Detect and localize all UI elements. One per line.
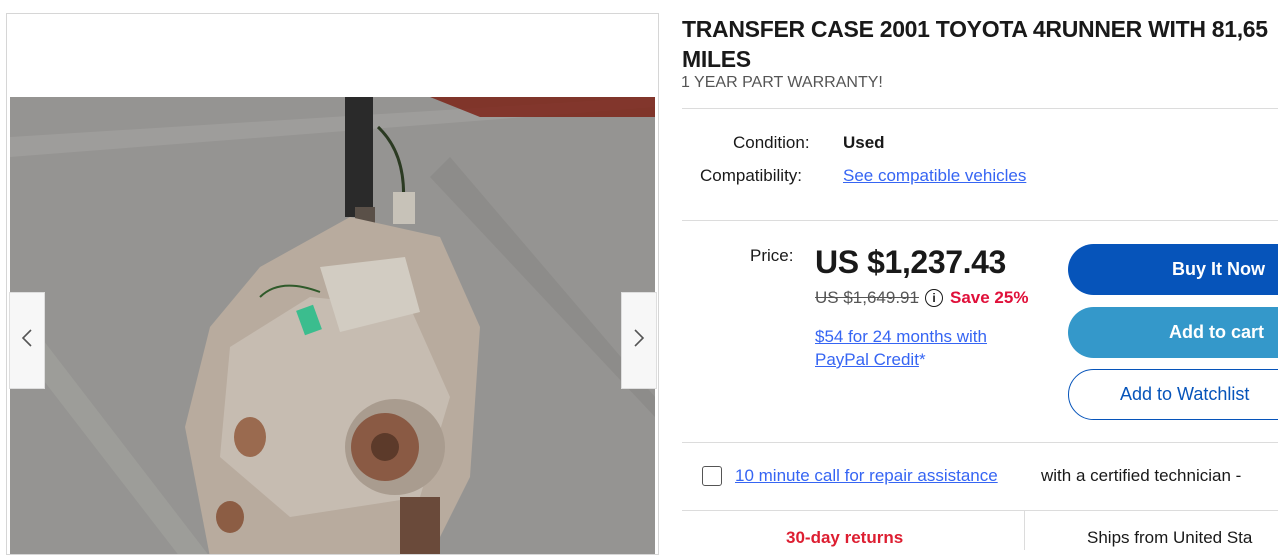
info-icon[interactable]: i bbox=[925, 289, 943, 307]
listing-title-line1: TRANSFER CASE 2001 TOYOTA 4RUNNER WITH 8… bbox=[682, 16, 1268, 42]
repair-assistance-checkbox[interactable] bbox=[702, 466, 722, 486]
buy-it-now-label: Buy It Now bbox=[1172, 259, 1265, 279]
price-label: Price: bbox=[750, 246, 794, 265]
paypal-credit-offer: $54 for 24 months with PayPal Credit* bbox=[815, 325, 1035, 371]
condition-value: Used bbox=[843, 133, 885, 152]
repair-assistance-link[interactable]: 10 minute call for repair assistance bbox=[735, 466, 998, 486]
chevron-right-icon bbox=[632, 328, 646, 353]
listing-subtitle: 1 YEAR PART WARRANTY! bbox=[681, 74, 883, 91]
buy-it-now-button[interactable]: Buy It Now bbox=[1068, 244, 1278, 295]
paypal-footnote-mark: * bbox=[918, 350, 926, 369]
price-value: US $1,237.43 bbox=[815, 244, 1006, 280]
chevron-left-icon bbox=[20, 328, 34, 353]
add-to-watchlist-button[interactable]: Add to Watchlist bbox=[1068, 369, 1278, 420]
divider bbox=[1024, 510, 1025, 550]
divider bbox=[682, 108, 1278, 109]
see-compatible-vehicles-link[interactable]: See compatible vehicles bbox=[843, 166, 1026, 186]
add-to-cart-label: Add to cart bbox=[1169, 322, 1265, 342]
add-to-cart-button[interactable]: Add to cart bbox=[1068, 307, 1278, 358]
paypal-credit-link[interactable]: $54 for 24 months with PayPal Credit bbox=[815, 327, 987, 369]
add-to-watchlist-label: Add to Watchlist bbox=[1120, 384, 1250, 404]
repair-assistance-text: with a certified technician - bbox=[1041, 466, 1242, 485]
divider bbox=[682, 220, 1278, 221]
returns-info: 30-day returns bbox=[786, 528, 904, 547]
previous-image-button[interactable] bbox=[9, 292, 45, 389]
image-gallery bbox=[6, 13, 659, 555]
divider bbox=[682, 442, 1278, 443]
next-image-button[interactable] bbox=[621, 292, 657, 389]
product-photo[interactable] bbox=[10, 97, 655, 554]
ships-from-info: Ships from United Sta bbox=[1087, 528, 1253, 547]
compatibility-label: Compatibility: bbox=[700, 166, 803, 185]
discount-badge: Save 25% bbox=[950, 288, 1029, 307]
listing-title: TRANSFER CASE 2001 TOYOTA 4RUNNER WITH 8… bbox=[682, 14, 1278, 74]
original-price: US $1,649.91 bbox=[815, 288, 919, 307]
condition-label: Condition: bbox=[733, 133, 810, 152]
listing-title-line2: MILES bbox=[682, 46, 751, 72]
